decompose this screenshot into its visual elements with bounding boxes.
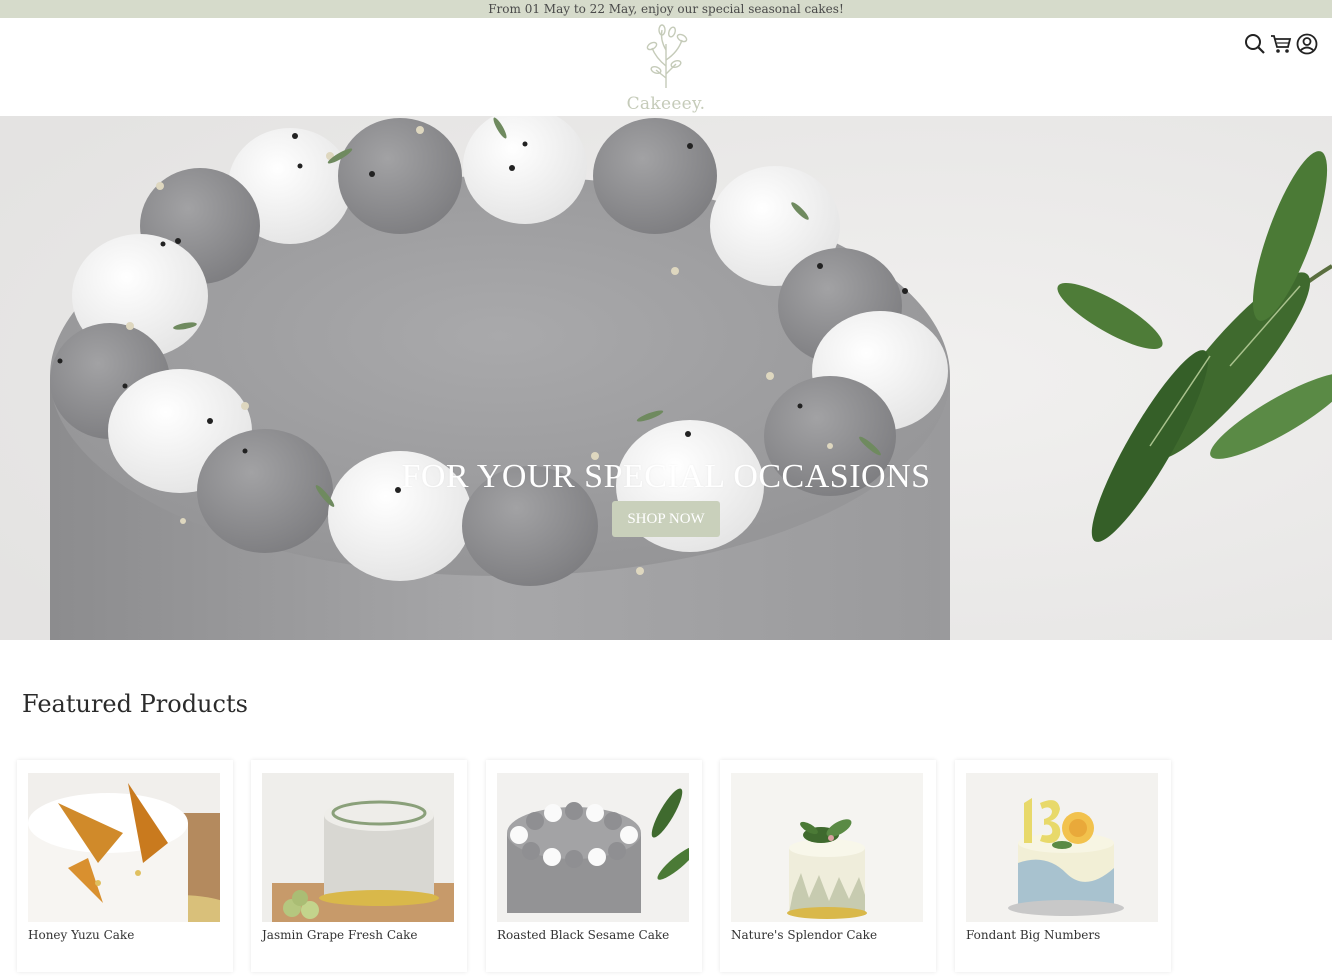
shop-now-button[interactable]: SHOP NOW [612,501,720,537]
hero-banner: FOR YOUR SPECIAL OCCASIONS SHOP NOW [0,116,1332,640]
product-name[interactable]: Fondant Big Numbers [966,928,1166,942]
product-image[interactable] [497,773,689,922]
user-icon[interactable] [1296,33,1318,55]
hero-title: FOR YOUR SPECIAL OCCASIONS [401,458,931,495]
logo-branch-icon [646,24,688,88]
product-grid: Honey Yuzu Cake Jasmin Grape Fresh Cake [17,760,1177,972]
product-card[interactable]: Jasmin Grape Fresh Cake [251,760,467,972]
site-header: Cakeeey. [0,18,1332,116]
hero-cake-image [0,116,1332,640]
product-image[interactable] [262,773,454,922]
logo-text: Cakeeey. [626,94,706,114]
cart-icon[interactable] [1270,33,1292,55]
product-image[interactable] [731,773,923,922]
product-name[interactable]: Honey Yuzu Cake [28,928,228,942]
announcement-text: From 01 May to 22 May, enjoy our special… [488,2,844,16]
product-image[interactable] [966,773,1158,922]
search-icon[interactable] [1244,33,1266,55]
product-card[interactable]: Fondant Big Numbers [955,760,1171,972]
announcement-bar: From 01 May to 22 May, enjoy our special… [0,0,1332,18]
featured-products-title: Featured Products [22,690,248,718]
product-name[interactable]: Nature's Splendor Cake [731,928,931,942]
product-card[interactable]: Honey Yuzu Cake [17,760,233,972]
product-name[interactable]: Roasted Black Sesame Cake [497,928,697,942]
header-icons [1244,32,1318,56]
product-card[interactable]: Roasted Black Sesame Cake [486,760,702,972]
logo[interactable]: Cakeeey. [616,24,716,116]
product-image[interactable] [28,773,220,922]
product-name[interactable]: Jasmin Grape Fresh Cake [262,928,462,942]
product-card[interactable]: Nature's Splendor Cake [720,760,936,972]
